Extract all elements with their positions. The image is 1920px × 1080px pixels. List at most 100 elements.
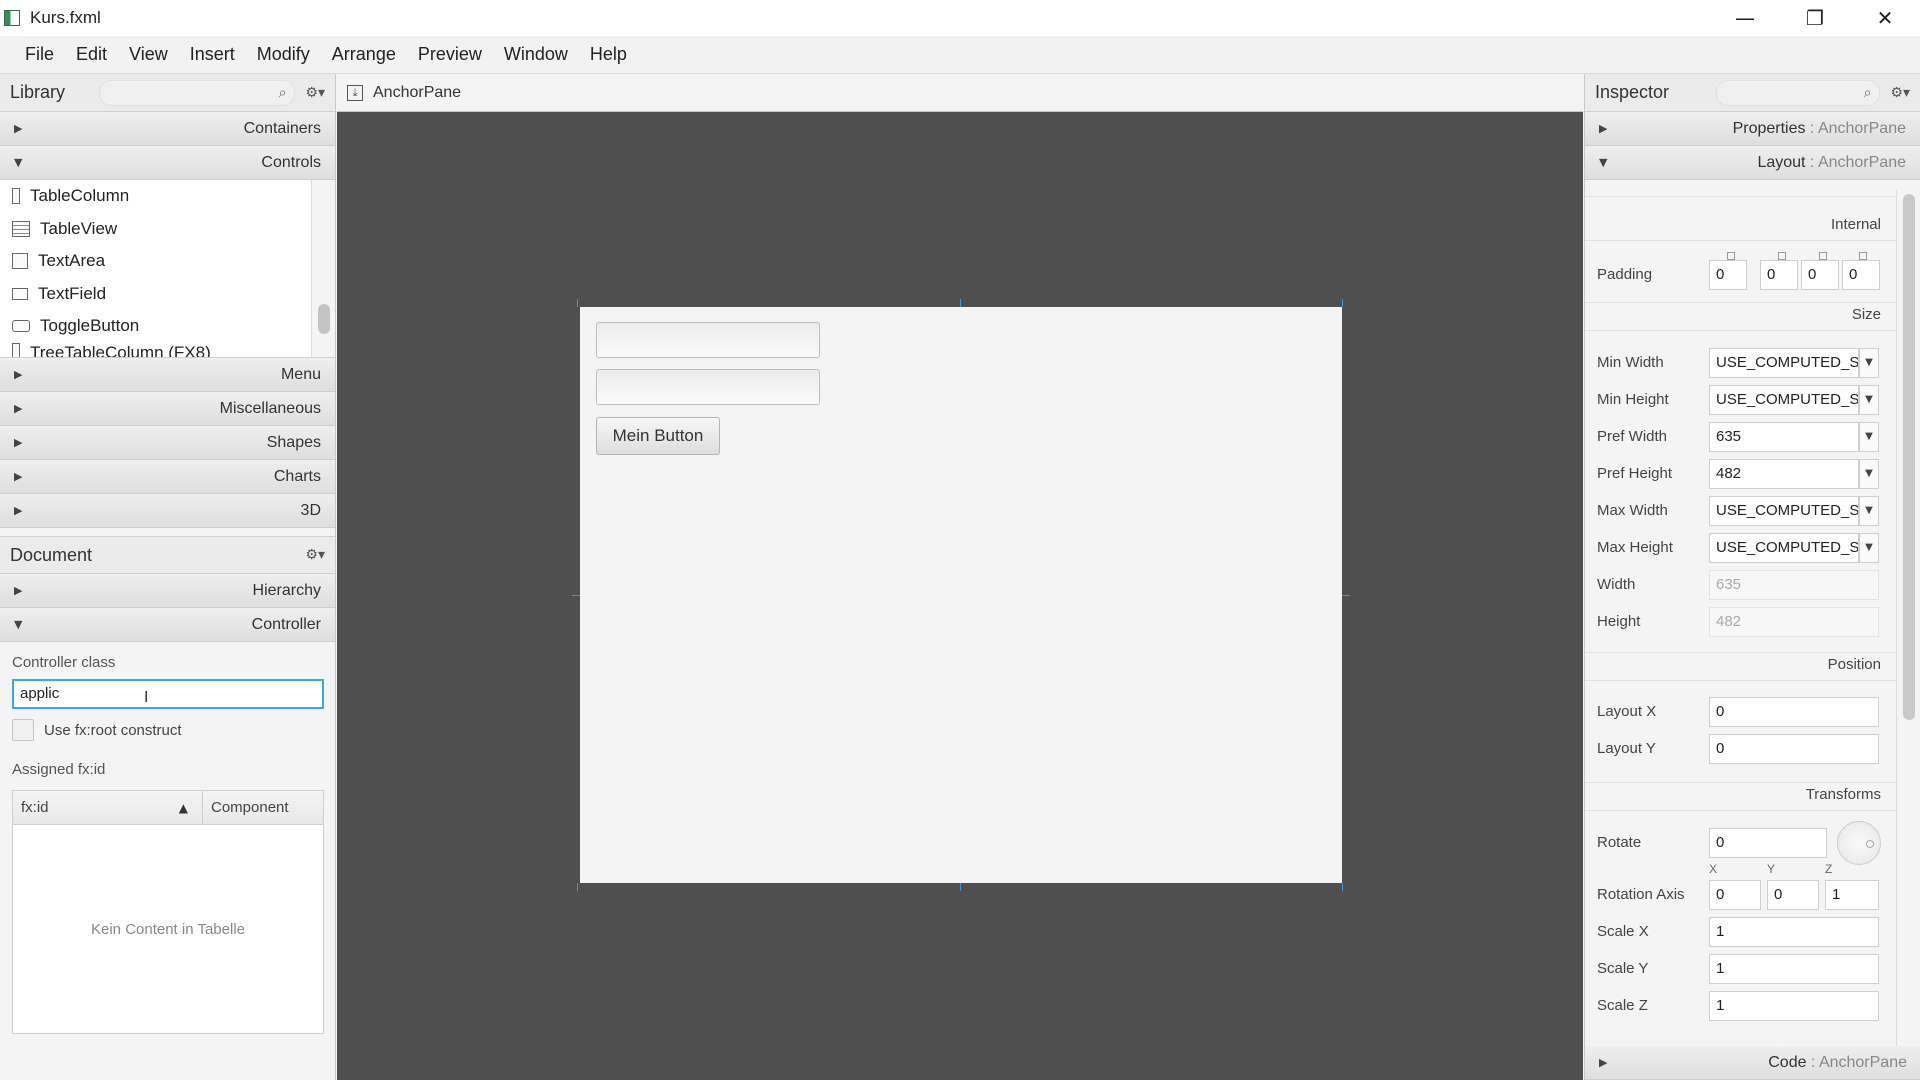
chevron-down-icon[interactable]: ▼	[1859, 422, 1879, 452]
chevron-down-icon[interactable]: ▼	[1859, 533, 1879, 563]
section-label: Miscellaneous	[219, 399, 321, 417]
list-item[interactable]: TreeTableColumn (FX8)	[0, 342, 335, 357]
pref-width-label: Pref Width	[1597, 428, 1668, 445]
controller-class-input[interactable]: applic I	[12, 679, 324, 709]
layout-x-label: Layout X	[1597, 703, 1657, 720]
fxroot-checkbox[interactable]	[12, 719, 34, 741]
padding-label: Padding	[1597, 266, 1653, 283]
rotation-axis-x-input[interactable]: 0	[1709, 880, 1761, 910]
min-height-combo[interactable]: USE_COMPUTED_SIZE	[1709, 385, 1859, 415]
list-item[interactable]: ToggleButton	[0, 310, 335, 343]
layout-y-label: Layout Y	[1597, 740, 1656, 757]
restore-button[interactable]: ❐	[1780, 0, 1850, 36]
chevron-down-icon[interactable]: ▼	[1859, 348, 1879, 378]
scale-z-input[interactable]: 1	[1709, 991, 1879, 1021]
list-item[interactable]: TextField	[0, 278, 335, 311]
layout-x-input[interactable]: 0	[1709, 697, 1879, 727]
section-properties[interactable]: ▶ Properties : AnchorPane	[1585, 112, 1920, 146]
max-width-combo[interactable]: USE_COMPUTED_SIZE	[1709, 496, 1859, 526]
menu-modify[interactable]: Modify	[246, 44, 321, 65]
section-layout[interactable]: ▼ Layout : AnchorPane	[1585, 146, 1920, 180]
rotation-axis-z-input[interactable]: 1	[1825, 880, 1879, 910]
expand-arrow-icon: ▶	[14, 436, 23, 449]
expand-arrow-icon: ▶	[1599, 122, 1608, 135]
section-3d[interactable]: ▶ 3D	[0, 494, 335, 528]
library-scrollbar[interactable]	[311, 180, 335, 357]
expand-arrow-icon: ▶	[14, 402, 23, 415]
section-controller[interactable]: ▼ Controller	[0, 608, 335, 642]
menu-arrange[interactable]: Arrange	[321, 44, 407, 65]
padding-top-input[interactable]: 0	[1709, 260, 1747, 290]
menu-preview[interactable]: Preview	[407, 44, 493, 65]
section-containers[interactable]: ▶ Containers	[0, 112, 335, 146]
textfield-2[interactable]	[596, 369, 820, 405]
anchorpane-canvas[interactable]: Mein Button	[580, 307, 1342, 883]
section-shapes[interactable]: ▶ Shapes	[0, 426, 335, 460]
column-header-component[interactable]: Component	[203, 791, 289, 824]
menu-insert[interactable]: Insert	[179, 44, 246, 65]
max-height-combo[interactable]: USE_COMPUTED_SIZE	[1709, 533, 1859, 563]
min-width-combo[interactable]: USE_COMPUTED_SIZE	[1709, 348, 1859, 378]
rotation-axis-y-input[interactable]: 0	[1767, 880, 1819, 910]
scrollbar-thumb[interactable]	[318, 304, 330, 334]
padding-right-input[interactable]: 0	[1760, 260, 1798, 290]
padding-left-input[interactable]: 0	[1842, 260, 1880, 290]
textfield-1[interactable]	[596, 322, 820, 358]
section-label: Properties : AnchorPane	[1733, 120, 1906, 138]
section-target: AnchorPane	[1818, 1053, 1907, 1071]
library-search-input[interactable]: ⌕	[99, 79, 296, 106]
rotate-dial[interactable]	[1837, 821, 1881, 865]
chevron-down-icon[interactable]: ▼	[1859, 459, 1879, 489]
pref-height-combo[interactable]: 482	[1709, 459, 1859, 489]
section-label: Controls	[261, 153, 321, 171]
menu-edit[interactable]: Edit	[65, 44, 118, 65]
library-gear-icon[interactable]: ⚙▾	[305, 85, 325, 101]
divider	[1585, 302, 1897, 303]
list-item[interactable]: TableView	[0, 213, 335, 246]
scale-x-input[interactable]: 1	[1709, 917, 1879, 947]
inspector-search-input[interactable]: ⌕	[1716, 79, 1881, 106]
padding-bottom-input[interactable]: 0	[1801, 260, 1839, 290]
section-controls[interactable]: ▼ Controls	[0, 146, 335, 180]
section-code[interactable]: ▶ Code : AnchorPane	[1585, 1046, 1920, 1080]
menu-file[interactable]: File	[14, 44, 65, 65]
list-item[interactable]: TableColumn	[0, 180, 335, 213]
controls-list: TableColumn TableView TextArea TextField…	[0, 180, 335, 358]
list-item-label: TreeTableColumn (FX8)	[30, 342, 211, 357]
close-button[interactable]: ✕	[1850, 0, 1920, 36]
resize-guide	[577, 299, 578, 307]
inspector-gear-icon[interactable]: ⚙▾	[1890, 85, 1910, 101]
pref-width-combo[interactable]: 635	[1709, 422, 1859, 452]
max-width-label: Max Width	[1597, 502, 1668, 519]
minimize-button[interactable]: —	[1710, 0, 1780, 36]
chevron-down-icon[interactable]: ▼	[1859, 496, 1879, 526]
list-item[interactable]: TextArea	[0, 245, 335, 278]
mein-button[interactable]: Mein Button	[596, 417, 720, 455]
selection-bar: ⤓ AnchorPane	[337, 74, 1583, 112]
scale-z-label: Scale Z	[1597, 997, 1648, 1014]
section-charts[interactable]: ▶ Charts	[0, 460, 335, 494]
menu-view[interactable]: View	[118, 44, 179, 65]
chevron-down-icon[interactable]: ▼	[1859, 385, 1879, 415]
input-value: applic	[20, 685, 60, 702]
scale-y-input[interactable]: 1	[1709, 954, 1879, 984]
scrollbar-thumb[interactable]	[1903, 194, 1915, 720]
document-gear-icon[interactable]: ⚙▾	[305, 547, 325, 563]
menu-window[interactable]: Window	[493, 44, 579, 65]
menu-help[interactable]: Help	[579, 44, 638, 65]
column-header-fxid[interactable]: fx:id ▲	[13, 791, 203, 824]
axis-z-label: Z	[1825, 862, 1833, 876]
section-menu[interactable]: ▶ Menu	[0, 358, 335, 392]
expand-arrow-icon: ▶	[14, 368, 23, 381]
resize-guide	[960, 883, 961, 891]
height-value: 482	[1709, 607, 1879, 637]
section-hierarchy[interactable]: ▶ Hierarchy	[0, 574, 335, 608]
rotate-input[interactable]: 0	[1709, 828, 1827, 858]
textarea-icon	[12, 253, 28, 270]
size-title: Size	[1851, 306, 1881, 323]
section-miscellaneous[interactable]: ▶ Miscellaneous	[0, 392, 335, 426]
inspector-scrollbar[interactable]	[1896, 190, 1920, 1050]
selection-path[interactable]: AnchorPane	[373, 84, 461, 102]
layout-y-input[interactable]: 0	[1709, 734, 1879, 764]
expand-arrow-icon: ▶	[14, 122, 23, 135]
